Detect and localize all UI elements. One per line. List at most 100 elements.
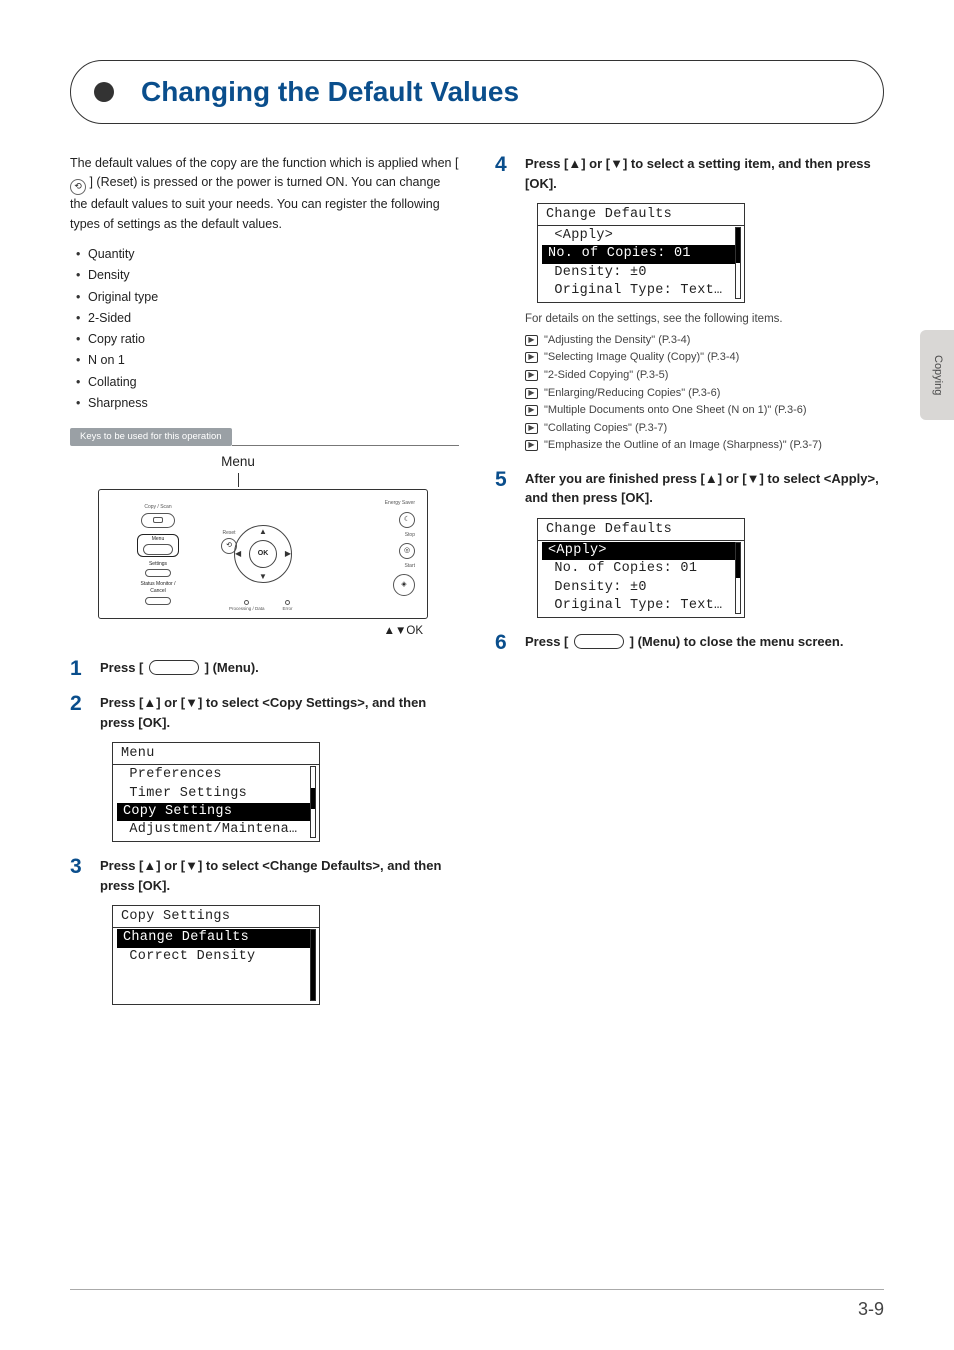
step-number: 6 [495,632,515,653]
lcd-row: Original Type: Text… [538,597,744,615]
stop-button-icon: ◎ [399,543,415,559]
lcd-row: No. of Copies: 01 [538,560,744,578]
control-panel-diagram: Copy / Scan Menu Settings Status Monitor… [98,489,428,619]
lcd-row-selected: <Apply> [542,542,736,560]
step-3: 3 Press [▲] or [▼] to select <Change Def… [70,856,459,1005]
lcd-row: Density: ±0 [538,264,744,282]
menu-button-icon [574,634,624,649]
section-title: Changing the Default Values [141,72,519,113]
lcd-scrollbar [735,227,741,299]
step-text: Press [▲] or [▼] to select a setting ite… [525,154,884,193]
start-button-icon: ◈ [393,574,415,596]
nav-wheel: OK ▲ ▼ ◀ ▶ [232,523,294,585]
ok-label: OK [258,549,269,559]
ref-text: "2-Sided Copying" (P.3-5) [544,367,668,385]
reference-list: For details on the settings, see the fol… [525,311,884,455]
list-item: Quantity [76,244,459,265]
panel-stop-label: Stop [405,532,415,539]
lcd-row-selected: No. of Copies: 01 [542,245,736,263]
list-item: Original type [76,287,459,308]
step-number: 1 [70,658,90,679]
step-6: 6 Press [ ] (Menu) to close the menu scr… [495,632,884,653]
lcd-scrollbar [310,929,316,1001]
lcd-change-defaults-apply-screen: Change Defaults <Apply> No. of Copies: 0… [537,518,745,618]
panel-menu-label: Menu [152,536,165,543]
ref-arrow-icon: ▶ [525,352,538,363]
ref-text: "Multiple Documents onto One Sheet (N on… [544,402,807,420]
lcd-row: Density: ±0 [538,579,744,597]
lcd-change-defaults-screen: Change Defaults <Apply> No. of Copies: 0… [537,203,745,303]
list-item: N on 1 [76,350,459,371]
side-tab: Copying [920,330,954,420]
section-header: Changing the Default Values [70,60,884,124]
settings-button-icon [145,569,171,577]
ref-intro: For details on the settings, see the fol… [525,311,884,328]
panel-energy-label: Energy Saver [385,500,415,507]
panel-label-copy-scan: Copy / Scan [113,504,203,511]
step-text: After you are finished press [▲] or [▼] … [525,469,884,508]
lcd-title: Menu [113,745,319,765]
arrow-right-icon: ▶ [285,549,291,561]
keys-label: Keys to be used for this operation [70,428,232,446]
list-item: Sharpness [76,393,459,414]
page-number: 3-9 [858,1296,884,1322]
reset-icon: ⟲ [70,179,86,195]
step-2: 2 Press [▲] or [▼] to select <Copy Setti… [70,693,459,842]
arrow-left-icon: ◀ [235,549,241,561]
lcd-row: Timer Settings [113,785,319,803]
lcd-scrollbar [310,766,316,838]
panel-status-label: Status Monitor / Cancel [113,581,203,596]
status-button-icon [145,597,171,605]
lcd-row: Original Type: Text… [538,282,744,300]
ref-text: "Selecting Image Quality (Copy)" (P.3-4) [544,349,739,367]
lcd-row-selected: Change Defaults [117,929,311,947]
step-text: Press [▲] or [▼] to select <Copy Setting… [100,693,459,732]
arrow-down-icon: ▼ [259,571,267,583]
panel-processing-label: Processing / Data [229,606,265,613]
lcd-row: Adjustment/Maintena… [113,821,319,839]
intro-paragraph: The default values of the copy are the f… [70,154,459,234]
panel-start-label: Start [404,563,415,570]
panel-error-label: Error [283,606,293,613]
lcd-row: <Apply> [538,227,744,245]
lcd-row: Correct Density [113,948,319,966]
energy-button-icon: ☾ [399,512,415,528]
ref-arrow-icon: ▶ [525,370,538,381]
keys-label-row: Keys to be used for this operation [70,428,459,446]
list-item: Density [76,265,459,286]
ref-text: "Enlarging/Reducing Copies" (P.3-6) [544,385,720,403]
ref-text: "Adjusting the Density" (P.3-4) [544,332,690,350]
side-tab-label: Copying [929,355,945,395]
page: Changing the Default Values The default … [0,0,954,1059]
step-4: 4 Press [▲] or [▼] to select a setting i… [495,154,884,455]
menu-callout-label: Menu [148,452,328,472]
footer-rule [70,1289,884,1290]
ref-arrow-icon: ▶ [525,388,538,399]
copy-scan-button-icon [141,513,175,528]
list-item: Copy ratio [76,329,459,350]
lcd-row [113,984,319,1002]
ref-arrow-icon: ▶ [525,423,538,434]
panel-caption: ▲▼OK [70,623,423,640]
ref-text: "Collating Copies" (P.3-7) [544,420,667,438]
step-text: Press [ ] (Menu). [100,658,459,678]
step-5: 5 After you are finished press [▲] or [▼… [495,469,884,618]
ref-arrow-icon: ▶ [525,405,538,416]
ref-text: "Emphasize the Outline of an Image (Shar… [544,437,822,455]
lcd-copy-settings-screen: Copy Settings Change Defaults Correct De… [112,905,320,1005]
lcd-title: Change Defaults [538,206,744,226]
ref-arrow-icon: ▶ [525,440,538,451]
lcd-row: Preferences [113,766,319,784]
settings-bullet-list: Quantity Density Original type 2-Sided C… [76,244,459,414]
step-number: 4 [495,154,515,455]
lcd-row [113,966,319,984]
lcd-title: Change Defaults [538,521,744,541]
panel-settings-label: Settings [113,561,203,568]
step-number: 5 [495,469,515,618]
lcd-title: Copy Settings [113,908,319,928]
menu-button-highlight: Menu [137,534,179,557]
processing-led-icon [244,600,249,605]
lcd-scrollbar [735,542,741,614]
error-led-icon [285,600,290,605]
lcd-menu-screen: Menu Preferences Timer Settings Copy Set… [112,742,320,842]
